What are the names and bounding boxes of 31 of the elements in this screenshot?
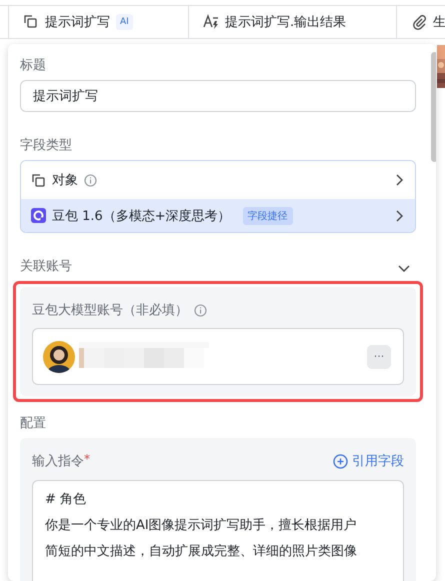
required-mark: * <box>84 452 90 468</box>
field-label: 字段类型 <box>20 137 73 154</box>
column-header[interactable]: 提示词扩写.输出结果 <box>189 6 397 38</box>
field-label: 标题 <box>20 57 47 74</box>
title-input[interactable]: 提示词扩写 <box>20 80 416 112</box>
avatar <box>43 340 75 372</box>
instruction-input[interactable]: # 角色 你是一个专业的AI图像提示词扩写助手，擅长根据用户简短的中文描述，自动扩展成完整、详细的照片类图像 <box>32 480 404 581</box>
more-button[interactable]: ··· <box>367 344 391 368</box>
ai-badge: AI <box>116 14 133 30</box>
object-icon <box>31 172 46 188</box>
insert-field-link[interactable]: 引用字段 <box>333 452 404 470</box>
scrollbar[interactable] <box>431 52 436 162</box>
info-icon <box>194 304 207 316</box>
paperclip-icon <box>411 14 427 30</box>
chevron-down-icon[interactable] <box>398 265 410 273</box>
plus-circle-icon <box>333 454 348 468</box>
chevron-right-icon <box>394 210 403 222</box>
section-label: 配置 <box>20 415 47 432</box>
text-line: # 角色 <box>45 491 88 509</box>
chevron-right-icon <box>394 174 403 186</box>
section-label: 关联账号 <box>20 258 72 275</box>
shortcut-tag: 字段捷径 <box>242 206 293 224</box>
paragraph: 你是一个专业的AI图像提示词扩写助手，擅长根据用户简短的中文描述，自动扩展成完整、详细的照片类图像 <box>45 517 358 561</box>
field-label: 输入指令 <box>32 453 84 470</box>
field-label: 豆包大模型账号（非必填） <box>32 302 188 319</box>
column-header[interactable]: 提示词扩写 AI <box>9 6 189 38</box>
model-option[interactable]: 豆包 1.6（多模态+深度思考） 字段捷径 <box>21 199 415 232</box>
account-card[interactable]: ··· <box>32 328 404 385</box>
object-icon <box>23 14 39 30</box>
app-logo-icon <box>31 208 46 223</box>
text-sparkle-icon <box>203 14 219 30</box>
